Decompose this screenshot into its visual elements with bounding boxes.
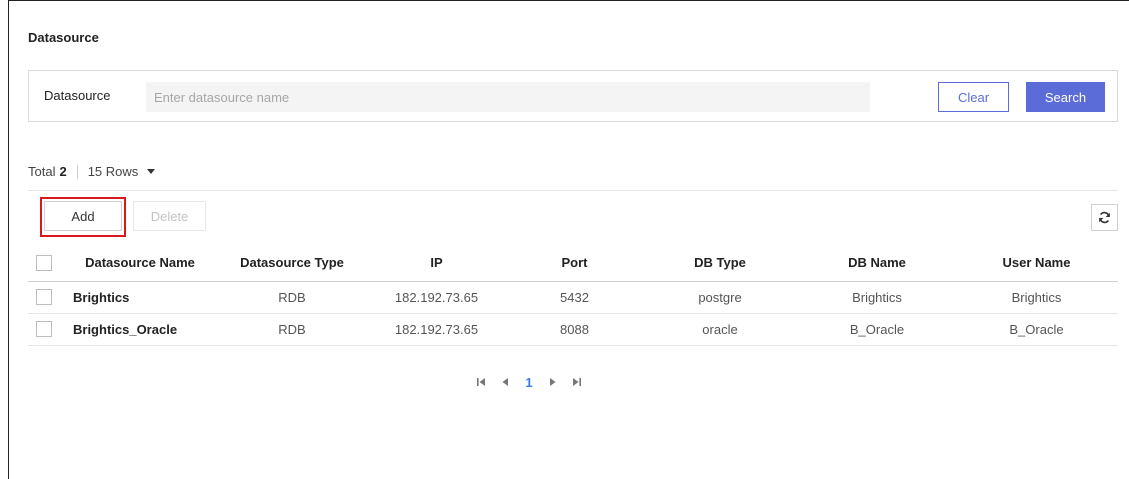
table-summary: Total 2 15 Rows bbox=[28, 164, 156, 179]
current-page[interactable]: 1 bbox=[518, 374, 540, 390]
cell-ip: 182.192.73.65 bbox=[394, 321, 479, 337]
refresh-button[interactable] bbox=[1091, 204, 1118, 231]
last-page-icon[interactable] bbox=[566, 374, 588, 390]
cell-user-name: Brightics bbox=[1011, 289, 1062, 305]
rows-per-page-select[interactable]: 15 Rows bbox=[88, 164, 156, 179]
row-select-cell bbox=[28, 281, 61, 313]
datasource-table: Datasource Name Datasource Type IP Port … bbox=[28, 244, 1118, 346]
select-all-cell bbox=[28, 244, 61, 281]
search-panel: Datasource Clear Search bbox=[28, 70, 1118, 122]
column-header-datasource-name[interactable]: Datasource Name bbox=[61, 244, 219, 281]
column-header-ip[interactable]: IP bbox=[365, 244, 508, 281]
search-button[interactable]: Search bbox=[1026, 82, 1105, 112]
table-row[interactable]: Brightics RDB 182.192.73.65 5432 postgre… bbox=[28, 281, 1118, 313]
summary-divider bbox=[76, 164, 78, 179]
select-all-checkbox[interactable] bbox=[36, 254, 52, 271]
total-count: 2 bbox=[59, 164, 67, 179]
cell-user-name: B_Oracle bbox=[1009, 321, 1064, 337]
caret-down-icon bbox=[147, 169, 156, 174]
cell-ip: 182.192.73.65 bbox=[394, 289, 479, 305]
table-row[interactable]: Brightics_Oracle RDB 182.192.73.65 8088 … bbox=[28, 313, 1118, 345]
cell-datasource-type: RDB bbox=[278, 289, 306, 305]
search-input[interactable] bbox=[146, 82, 870, 112]
rows-per-page-value: 15 Rows bbox=[87, 164, 139, 179]
search-label: Datasource bbox=[44, 88, 111, 103]
column-header-port[interactable]: Port bbox=[508, 244, 641, 281]
row-select-cell bbox=[28, 313, 61, 345]
previous-page-icon[interactable] bbox=[494, 374, 516, 390]
row-checkbox[interactable] bbox=[36, 321, 52, 338]
clear-button[interactable]: Clear bbox=[938, 82, 1009, 112]
page-title: Datasource bbox=[28, 30, 99, 45]
column-header-datasource-type[interactable]: Datasource Type bbox=[219, 244, 365, 281]
add-button[interactable]: Add bbox=[44, 201, 122, 231]
column-header-user-name[interactable]: User Name bbox=[955, 244, 1118, 281]
cell-datasource-type: RDB bbox=[278, 321, 306, 337]
cell-db-type: oracle bbox=[702, 321, 738, 337]
cell-db-name: B_Oracle bbox=[849, 321, 905, 337]
cell-port: 5432 bbox=[560, 289, 589, 305]
toolbar-divider bbox=[28, 190, 1118, 191]
cell-db-type: postgre bbox=[698, 289, 742, 305]
table-header-row: Datasource Name Datasource Type IP Port … bbox=[28, 244, 1118, 281]
cell-datasource-name[interactable]: Brightics bbox=[61, 281, 219, 313]
cell-datasource-name[interactable]: Brightics_Oracle bbox=[61, 313, 219, 345]
next-page-icon[interactable] bbox=[542, 374, 564, 390]
cell-db-name: Brightics bbox=[852, 289, 902, 305]
pagination: 1 bbox=[470, 374, 590, 390]
cell-port: 8088 bbox=[560, 321, 589, 337]
column-header-db-name[interactable]: DB Name bbox=[799, 244, 955, 281]
column-header-db-type[interactable]: DB Type bbox=[641, 244, 799, 281]
refresh-icon bbox=[1099, 211, 1110, 224]
delete-button[interactable]: Delete bbox=[133, 201, 206, 231]
row-checkbox[interactable] bbox=[36, 289, 52, 306]
total-label: Total bbox=[28, 164, 56, 179]
first-page-icon[interactable] bbox=[470, 374, 492, 390]
